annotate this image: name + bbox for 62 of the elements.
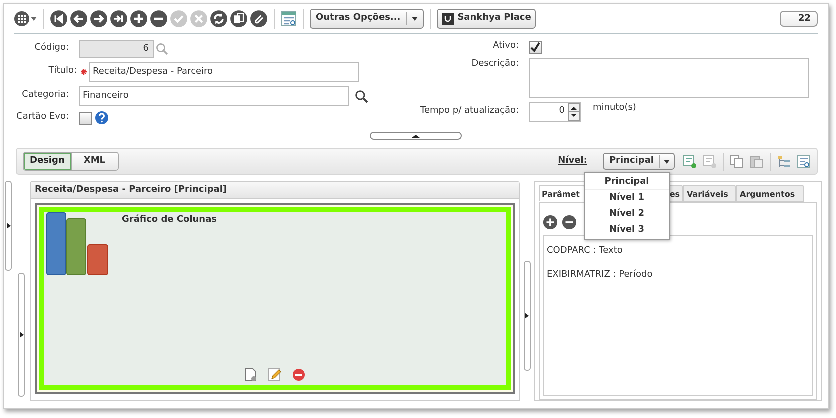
- notification-count[interactable]: 22: [780, 10, 818, 26]
- panel-title: Receita/Despesa - Parceiro [Principal]: [31, 182, 519, 199]
- chart-component[interactable]: Gráfico de Colunas: [39, 207, 511, 390]
- panel-tab[interactable]: Parâmet: [539, 185, 585, 202]
- parameter-item[interactable]: EXIBIRMATRIZ : Período: [547, 268, 809, 282]
- caret-icon: [664, 160, 670, 164]
- grid-menu-icon[interactable]: [14, 10, 37, 26]
- component-title: Gráfico de Colunas: [122, 214, 218, 227]
- column-chart-icon: [46, 212, 110, 276]
- menu-item[interactable]: Nível 2: [585, 206, 669, 222]
- field-label: Ativo:: [492, 40, 520, 54]
- title-field[interactable]: Receita/Despesa - Parceiro: [89, 62, 359, 82]
- next-icon[interactable]: [90, 10, 108, 28]
- checkbox[interactable]: [529, 40, 542, 54]
- previous-icon[interactable]: [70, 10, 88, 28]
- copy-icon[interactable]: [230, 10, 248, 28]
- more-options-button[interactable]: Outras Opções...: [310, 8, 424, 28]
- level-dropdown[interactable]: Principal: [603, 153, 675, 170]
- field-label: Categoria:: [21, 89, 70, 102]
- caret-icon: [412, 16, 418, 20]
- unit-label: minuto(s): [593, 102, 636, 116]
- code-field[interactable]: 6: [79, 40, 154, 58]
- menu-item[interactable]: Nível 3: [585, 222, 669, 238]
- side-handle[interactable]: [524, 261, 530, 371]
- field-label: Cartão Evo:: [16, 111, 70, 124]
- report-grid-icon[interactable]: [281, 10, 297, 26]
- field-label: Código:: [34, 42, 70, 56]
- edit-icon[interactable]: [268, 368, 282, 382]
- panel-tab[interactable]: Argumentos: [736, 185, 804, 202]
- view-tab[interactable]: XML: [70, 153, 118, 170]
- description-field[interactable]: [529, 58, 809, 98]
- add-row-icon[interactable]: [683, 154, 697, 168]
- remove-icon[interactable]: [562, 215, 577, 230]
- field-label: Descrição:: [470, 58, 520, 71]
- category-field[interactable]: Financeiro: [79, 86, 349, 106]
- remove-icon[interactable]: [150, 10, 168, 28]
- panel-tab[interactable]: Variáveis: [683, 185, 736, 202]
- view-tab[interactable]: Design: [24, 153, 71, 170]
- spinner-icon[interactable]: [568, 103, 580, 121]
- bag-icon: [442, 12, 454, 24]
- side-handle[interactable]: [18, 273, 25, 397]
- delete-icon[interactable]: [292, 368, 306, 382]
- last-record-icon[interactable]: [110, 10, 128, 28]
- sankhya-place-button[interactable]: Sankhya Place: [436, 8, 536, 28]
- level-label: Nível:: [558, 154, 588, 168]
- menu-item[interactable]: Nível 1: [585, 190, 669, 206]
- field-label: Título:: [48, 65, 78, 78]
- parameter-item[interactable]: CODPARC : Texto: [547, 245, 809, 258]
- collapse-handle-icon[interactable]: [370, 132, 462, 140]
- preview-icon[interactable]: [797, 154, 811, 168]
- tree-icon[interactable]: [777, 154, 791, 168]
- search-icon[interactable]: [355, 90, 368, 102]
- paperclip-icon[interactable]: [250, 10, 268, 28]
- refresh-icon[interactable]: [210, 10, 228, 28]
- menu-item[interactable]: Principal: [585, 174, 669, 190]
- first-record-icon[interactable]: [50, 10, 68, 28]
- field-label: Tempo p/ atualização:: [420, 105, 520, 118]
- help-icon[interactable]: [95, 111, 109, 125]
- add-icon[interactable]: [130, 10, 148, 28]
- checkbox[interactable]: [79, 112, 92, 124]
- side-handle[interactable]: [5, 181, 12, 271]
- add-icon[interactable]: [543, 215, 558, 230]
